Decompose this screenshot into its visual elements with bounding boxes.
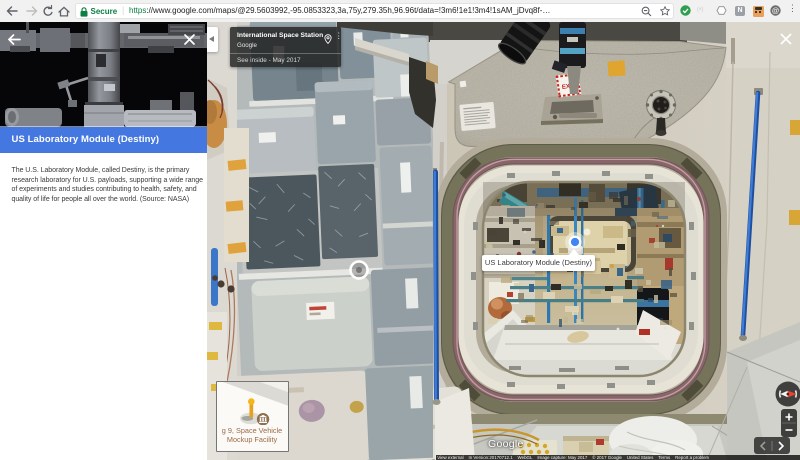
- svg-text:@: @: [772, 6, 780, 15]
